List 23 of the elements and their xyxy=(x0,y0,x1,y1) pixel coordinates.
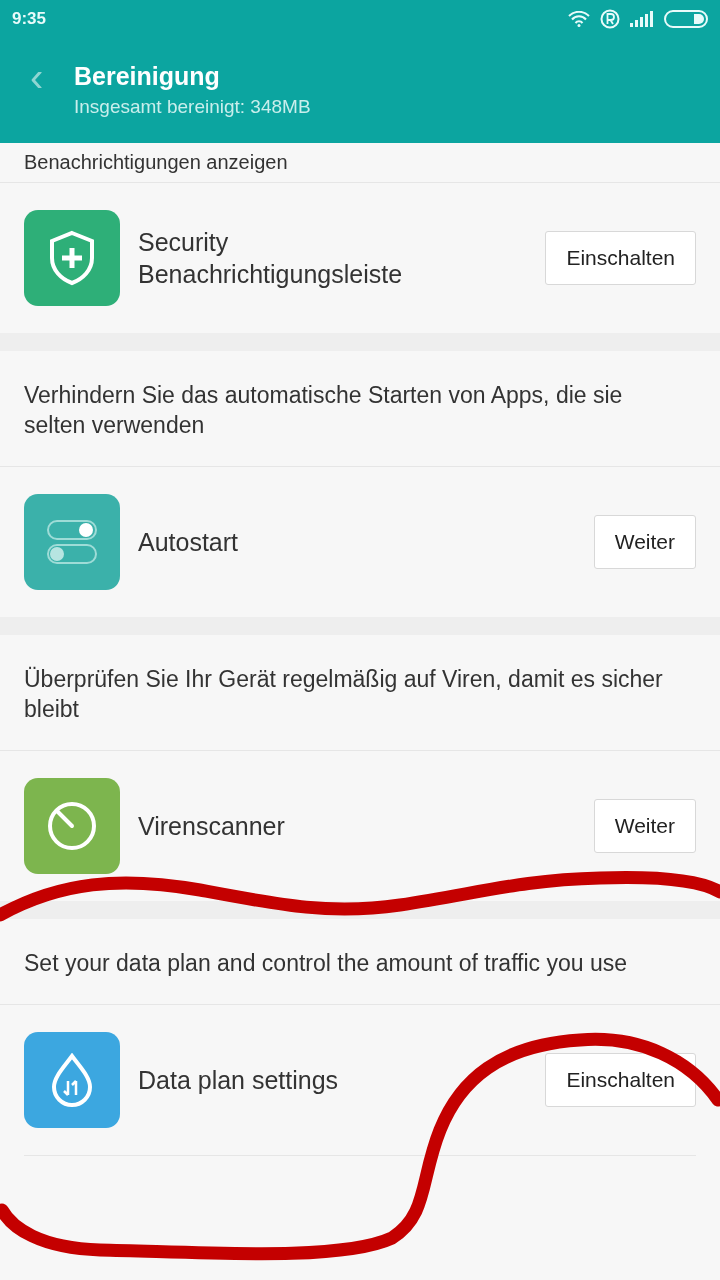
section-caption: Benachrichtigungen anzeigen xyxy=(24,150,289,175)
water-drop-icon xyxy=(50,1053,94,1107)
section-caption: Verhindern Sie das automatische Starten von Apps, die sie selten verwenden xyxy=(24,381,624,440)
item-title: Virenscanner xyxy=(138,811,285,842)
action-button[interactable]: Weiter xyxy=(593,799,696,853)
roaming-icon xyxy=(600,9,620,29)
item-title: Data plan settings xyxy=(138,1065,339,1096)
action-button[interactable]: Einschalten xyxy=(545,1053,696,1107)
toggle-icon xyxy=(46,517,98,567)
page-title: Bereinigung xyxy=(74,61,221,92)
clock: 9:35 xyxy=(12,9,47,29)
section-caption: Set your data plan and control the amount of traffic you use xyxy=(24,949,629,978)
gauge-icon xyxy=(46,800,98,852)
battery-icon xyxy=(664,10,708,28)
signal-icon xyxy=(630,11,654,27)
item-title: Autostart xyxy=(138,527,239,558)
action-button[interactable]: Weiter xyxy=(593,515,696,569)
wifi-icon xyxy=(568,11,590,27)
action-button[interactable]: Einschalten xyxy=(545,231,696,285)
shield-icon xyxy=(47,230,97,286)
section-caption: Überprüfen Sie Ihr Gerät regelmäßig auf Viren, damit es sicher bleibt xyxy=(24,665,664,724)
page-subtitle: Insgesamt bereinigt: 348MB xyxy=(74,96,311,118)
item-title: Security Benachrichtigungsleiste xyxy=(138,227,404,290)
